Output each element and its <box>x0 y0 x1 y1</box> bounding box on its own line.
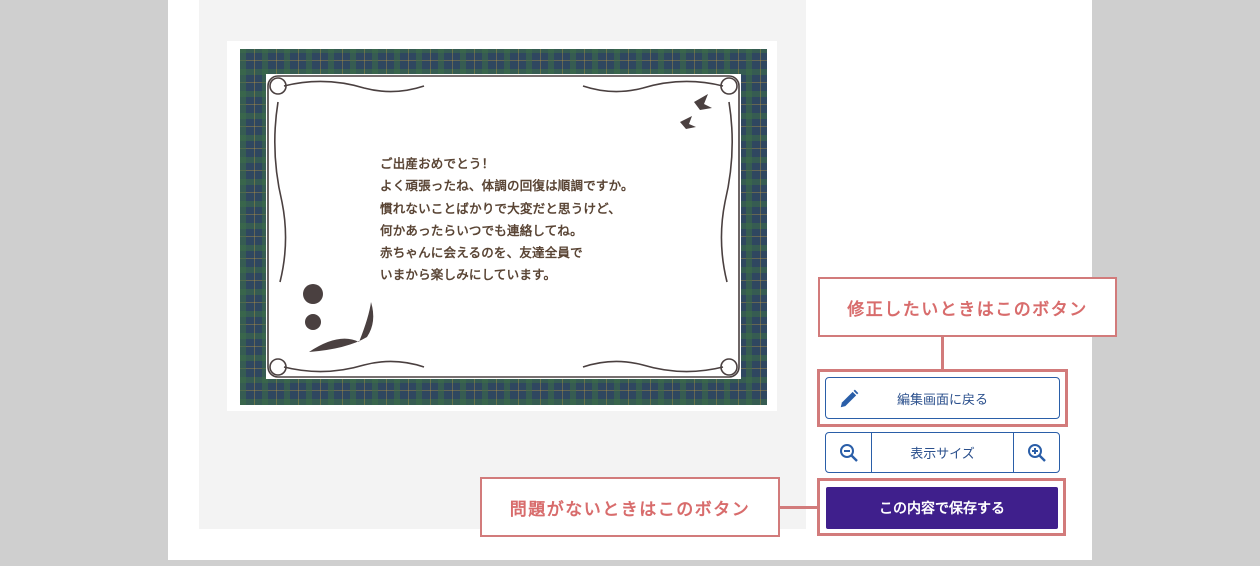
card-message: ご出産おめでとう！ よく頑張ったね、体調の回復は順調ですか。 慣れないことばかり… <box>380 153 710 287</box>
zoom-in-button[interactable] <box>1013 433 1059 472</box>
zoom-in-icon <box>1027 443 1046 462</box>
message-line: 赤ちゃんに会えるのを、友達全員で <box>380 245 583 261</box>
edit-hint-callout: 修正したいときはこのボタン <box>818 277 1117 337</box>
zoom-out-button[interactable] <box>826 433 872 472</box>
save-callout-connector <box>780 506 817 509</box>
save-button-highlight <box>817 478 1066 536</box>
message-line: ご出産おめでとう！ <box>380 156 495 171</box>
edit-button-highlight <box>817 369 1068 427</box>
edit-callout-connector <box>941 337 944 369</box>
message-line: 何かあったらいつでも連絡してね。 <box>380 222 583 238</box>
message-line: いまから楽しみにしています。 <box>380 267 557 283</box>
zoom-out-icon <box>839 443 858 462</box>
message-line: よく頑張ったね、体調の回復は順調ですか。 <box>380 178 634 194</box>
zoom-control: 表示サイズ <box>825 432 1060 473</box>
zoom-label: 表示サイズ <box>910 447 975 462</box>
save-hint-callout: 問題がないときはこのボタン <box>480 477 780 537</box>
message-line: 慣れないことばかりで大変だと思うけど、 <box>380 200 621 216</box>
